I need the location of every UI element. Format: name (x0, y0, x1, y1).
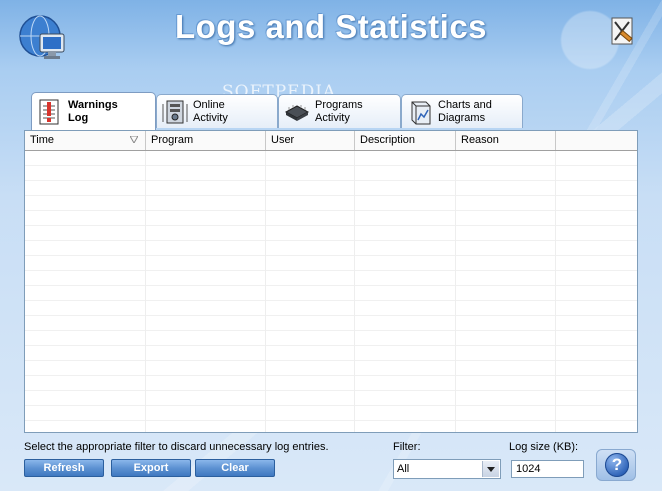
help-button[interactable]: ? (596, 449, 636, 481)
filter-dropdown[interactable]: All (393, 459, 501, 479)
log-size-input[interactable] (511, 460, 584, 478)
column-header-reason[interactable]: Reason (456, 131, 556, 150)
table-body[interactable] (25, 151, 637, 432)
sort-arrow-icon (130, 136, 138, 143)
tab-warnings-log[interactable]: Warnings Log (31, 92, 156, 130)
clear-button[interactable]: Clear (195, 459, 275, 477)
column-header-time[interactable]: Time (25, 131, 146, 150)
column-header-description[interactable]: Description (355, 131, 456, 150)
column-header-blank[interactable] (556, 131, 637, 150)
tab-label: Online Activity (193, 98, 228, 124)
tab-label: Programs Activity (315, 98, 363, 124)
warning-log-icon (39, 99, 59, 124)
tab-label: Charts and Diagrams (438, 98, 492, 124)
chip-icon (284, 104, 310, 121)
tab-programs-activity[interactable]: Programs Activity (278, 94, 401, 128)
close-tool-icon[interactable] (606, 16, 636, 48)
tab-label: Warnings Log (68, 98, 118, 124)
tab-online-activity[interactable]: Online Activity (156, 94, 278, 128)
dropdown-arrow[interactable] (482, 461, 499, 477)
warnings-log-table[interactable]: Time Program User Description Reason (24, 130, 638, 433)
column-header-user[interactable]: User (266, 131, 355, 150)
charts-icon (411, 101, 431, 124)
filter-label: Filter: (393, 441, 421, 453)
help-icon: ? (605, 453, 629, 477)
export-button[interactable]: Export (111, 459, 191, 477)
refresh-button[interactable]: Refresh (24, 459, 104, 477)
filter-selected-value: All (397, 463, 410, 475)
log-size-label: Log size (KB): (509, 441, 579, 453)
column-header-program[interactable]: Program (146, 131, 266, 150)
server-icon (162, 100, 188, 123)
logs-statistics-window: Logs and Statistics SOFTPEDIA Warnings Lo… (0, 0, 662, 491)
tab-charts-diagrams[interactable]: Charts and Diagrams (401, 94, 523, 128)
filter-hint-text: Select the appropriate filter to discard… (24, 441, 329, 453)
page-title: Logs and Statistics (174, 8, 488, 45)
table-header: Time Program User Description Reason (25, 131, 637, 151)
chevron-down-icon (487, 467, 495, 472)
